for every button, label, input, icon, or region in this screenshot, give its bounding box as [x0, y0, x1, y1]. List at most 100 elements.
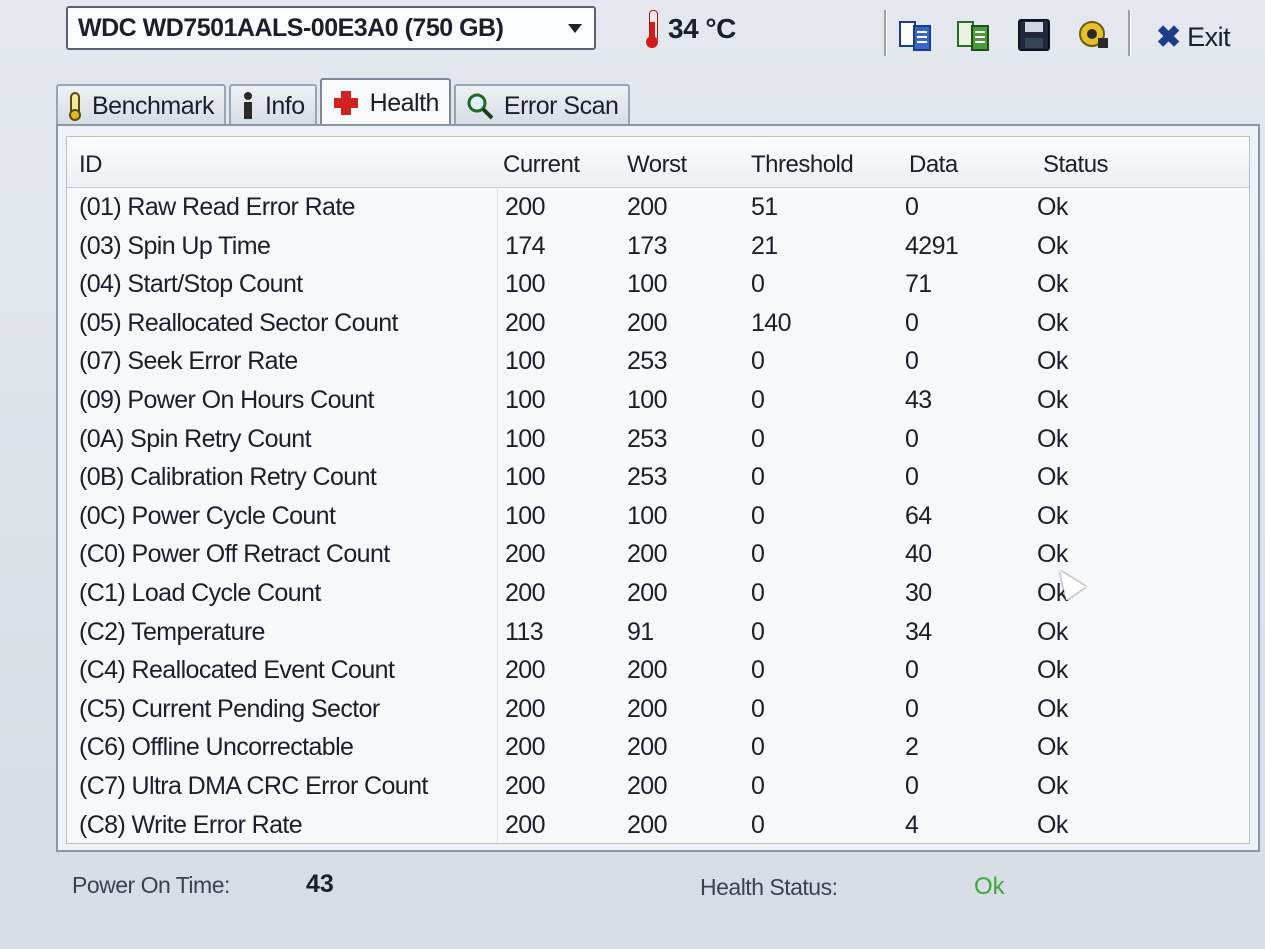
info-icon: [243, 92, 252, 119]
magnifier-icon: [467, 93, 494, 120]
row-current: 200: [505, 810, 546, 839]
table-row[interactable]: (07) Seek Error Rate 100 253 0 0 Ok: [67, 343, 1249, 381]
row-data: 64: [905, 501, 932, 530]
row-id: (03) Spin Up Time: [79, 231, 271, 260]
exit-button[interactable]: ✖ Exit: [1156, 20, 1231, 54]
row-worst: 200: [627, 733, 668, 762]
row-worst: 200: [627, 193, 668, 221]
table-row[interactable]: (C5) Current Pending Sector 200 200 0 0 Ok: [67, 691, 1249, 729]
row-data: 34: [905, 617, 932, 646]
table-row[interactable]: (05) Reallocated Sector Count 200 200 140 0 O…: [67, 305, 1249, 343]
copy-screenshot-icon[interactable]: [956, 18, 992, 52]
row-worst: 200: [627, 308, 668, 337]
tab-error-scan[interactable]: Error Scan: [453, 84, 631, 126]
table-row[interactable]: (C8) Write Error Rate 200 200 0 4 Ok: [67, 807, 1249, 843]
drive-select[interactable]: WDC WD7501AALS-00E3A0 (750 GB): [66, 6, 596, 50]
row-worst: 100: [627, 270, 668, 299]
tab-health-label: Health: [369, 88, 440, 117]
tab-benchmark[interactable]: Benchmark: [56, 84, 226, 126]
row-id: (C2) Temperature: [79, 617, 265, 646]
row-current: 200: [505, 193, 546, 221]
row-data: 43: [905, 386, 932, 414]
save-icon[interactable]: [1016, 18, 1052, 52]
row-worst: 253: [627, 463, 668, 492]
tab-bar: Benchmark Info Health Error Scan: [56, 78, 633, 126]
toolbar-separator: [884, 10, 887, 56]
options-icon[interactable]: [1076, 18, 1112, 52]
chevron-down-icon[interactable]: [568, 23, 582, 33]
row-current: 200: [505, 656, 546, 685]
table-row[interactable]: (C6) Offline Uncorrectable 200 200 0 2 Ok: [67, 729, 1249, 767]
health-status-value: Ok: [974, 873, 1005, 900]
table-row[interactable]: (C4) Reallocated Event Count 200 200 0 0 Ok: [67, 652, 1249, 690]
row-threshold: 0: [751, 656, 765, 685]
row-threshold: 0: [751, 270, 765, 299]
row-current: 100: [505, 270, 546, 299]
row-data: 0: [905, 347, 919, 376]
row-threshold: 0: [751, 501, 765, 530]
row-data: 0: [905, 656, 919, 685]
row-current: 174: [505, 231, 546, 260]
row-status: Ok: [1037, 270, 1068, 299]
close-icon: ✖: [1156, 20, 1182, 54]
row-status: Ok: [1037, 231, 1068, 260]
row-current: 200: [505, 694, 546, 723]
row-threshold: 0: [751, 347, 765, 376]
row-current: 200: [505, 540, 546, 569]
tab-health[interactable]: Health: [319, 78, 451, 126]
column-header-current[interactable]: Current: [503, 151, 580, 179]
row-data: 0: [905, 772, 919, 800]
temperature-readout: 34 °C: [646, 10, 736, 48]
copy-text-icon[interactable]: [898, 18, 934, 52]
table-row[interactable]: (03) Spin Up Time 174 173 21 4291 Ok: [67, 228, 1249, 266]
table-row[interactable]: (09) Power On Hours Count 100 100 0 43 Ok: [67, 382, 1249, 420]
column-header-id[interactable]: ID: [79, 151, 103, 179]
tab-benchmark-label: Benchmark: [92, 91, 214, 120]
table-row[interactable]: (C2) Temperature 113 91 0 34 Ok: [67, 614, 1249, 652]
column-header-data[interactable]: Data: [909, 151, 958, 179]
row-status: Ok: [1037, 772, 1068, 800]
benchmark-icon: [69, 92, 81, 121]
column-header-threshold[interactable]: Threshold: [751, 151, 854, 179]
row-worst: 200: [627, 694, 668, 723]
row-status: Ok: [1037, 733, 1068, 762]
health-panel: ID Current Worst Threshold Data Status (…: [56, 124, 1260, 852]
tab-error-scan-label: Error Scan: [503, 91, 619, 120]
table-row[interactable]: (0B) Calibration Retry Count 100 253 0 0 Ok: [67, 459, 1249, 497]
tab-info[interactable]: Info: [228, 84, 317, 126]
row-current: 200: [505, 772, 546, 800]
row-data: 4: [905, 810, 919, 839]
row-id: (0A) Spin Retry Count: [79, 424, 312, 453]
smart-table: ID Current Worst Threshold Data Status (…: [66, 136, 1250, 844]
row-worst: 100: [627, 501, 668, 530]
row-status: Ok: [1037, 694, 1068, 723]
row-threshold: 0: [751, 386, 765, 414]
row-current: 200: [505, 308, 546, 337]
row-status: Ok: [1037, 656, 1068, 685]
column-header-status[interactable]: Status: [1043, 151, 1109, 179]
row-id: (04) Start/Stop Count: [79, 270, 303, 299]
row-current: 100: [505, 386, 546, 414]
table-row[interactable]: (0C) Power Cycle Count 100 100 0 64 Ok: [67, 498, 1249, 536]
row-worst: 100: [627, 386, 668, 414]
health-status-label: Health Status:: [700, 874, 838, 900]
row-data: 0: [905, 424, 919, 453]
row-worst: 253: [627, 424, 668, 453]
row-id: (0B) Calibration Retry Count: [79, 463, 377, 492]
table-row[interactable]: (04) Start/Stop Count 100 100 0 71 Ok: [67, 266, 1249, 304]
table-row[interactable]: (C7) Ultra DMA CRC Error Count 200 200 0 0 Ok: [67, 768, 1249, 806]
row-current: 113: [505, 617, 544, 646]
table-row[interactable]: (01) Raw Read Error Rate 200 200 51 0 Ok: [67, 189, 1249, 227]
table-row[interactable]: (0A) Spin Retry Count 100 253 0 0 Ok: [67, 421, 1249, 459]
row-status: Ok: [1037, 501, 1068, 530]
row-id: (C4) Reallocated Event Count: [79, 656, 395, 685]
row-threshold: 0: [751, 579, 765, 607]
row-id: (0C) Power Cycle Count: [79, 501, 336, 530]
row-data: 2: [905, 733, 919, 762]
row-status: Ok: [1037, 424, 1068, 453]
row-status: Ok: [1037, 617, 1068, 646]
column-header-worst[interactable]: Worst: [627, 151, 687, 179]
row-data: 0: [905, 308, 919, 337]
drive-select-value: WDC WD7501AALS-00E3A0 (750 GB): [78, 13, 504, 42]
row-status: Ok: [1037, 386, 1068, 414]
